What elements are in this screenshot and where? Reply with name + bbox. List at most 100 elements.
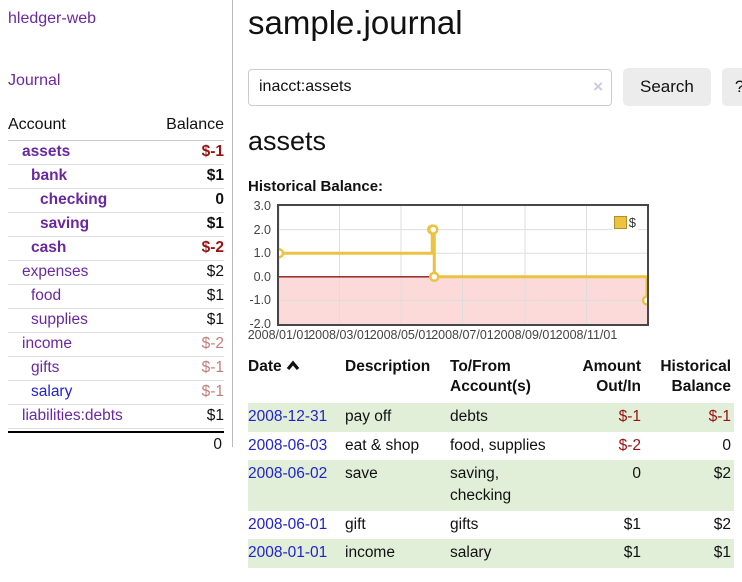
table-row: expenses $2 [8, 261, 224, 285]
accounts-table: Account Balance assets $-1 bank $1 check… [8, 114, 224, 457]
column-header-description: Description [345, 357, 450, 403]
transaction-amount: $-2 [568, 432, 644, 461]
account-balance: $-2 [202, 239, 224, 257]
table-row: cash $-2 [8, 237, 224, 261]
table-row: checking 0 [8, 189, 224, 213]
table-row: food $1 [8, 285, 224, 309]
y-tick-label: 0.0 [254, 270, 271, 284]
transaction-date-link[interactable]: 2008-06-01 [248, 516, 327, 533]
sidebar-item-journal[interactable]: Journal [8, 72, 224, 90]
table-row: 2008-12-31 pay off debts $-1 $-1 [248, 403, 734, 432]
transaction-description: gift [345, 511, 450, 540]
chart-plot-area: $ [277, 204, 649, 326]
transaction-accounts: debts [450, 403, 568, 432]
sidebar-account-saving[interactable]: saving [40, 215, 89, 233]
transaction-accounts: food, supplies [450, 432, 568, 461]
column-header-amount: Amount Out/In [568, 357, 644, 403]
transaction-balance: $2 [644, 460, 734, 510]
transaction-amount: $1 [568, 539, 644, 568]
sidebar-account-income[interactable]: income [22, 335, 72, 353]
account-balance: $-1 [202, 359, 224, 377]
account-balance: $1 [207, 407, 224, 425]
account-balance: $1 [207, 287, 224, 305]
table-row: 2008-06-02 save saving, checking 0 $2 [248, 460, 734, 510]
accounts-total: 0 [8, 431, 224, 457]
clear-search-icon[interactable]: × [593, 77, 603, 97]
y-tick-label: 1.0 [254, 246, 271, 260]
main-content: sample.journal × Search ? assets Histori… [233, 0, 742, 568]
transaction-date-link[interactable]: 2008-12-31 [248, 408, 327, 425]
legend-label: $ [629, 215, 636, 230]
sidebar: hledger-web Journal Account Balance asse… [0, 0, 233, 447]
sidebar-account-assets[interactable]: assets [22, 143, 70, 161]
chart-legend: $ [612, 214, 638, 231]
transaction-description: income [345, 539, 450, 568]
table-row: 2008-01-01 income salary $1 $1 [248, 539, 734, 568]
sidebar-account-salary[interactable]: salary [31, 383, 72, 401]
account-balance: $1 [207, 215, 224, 233]
search-form: × Search ? [248, 68, 742, 106]
sidebar-account-food[interactable]: food [31, 287, 61, 305]
table-row: assets $-1 [8, 141, 224, 165]
sidebar-account-bank[interactable]: bank [31, 167, 67, 185]
account-balance: $-1 [202, 383, 224, 401]
column-header-balance: Historical Balance [644, 357, 734, 403]
y-tick-label: 2.0 [254, 223, 271, 237]
sidebar-account-gifts[interactable]: gifts [31, 359, 59, 377]
transaction-accounts: saving, checking [450, 460, 568, 510]
transaction-balance: $1 [644, 539, 734, 568]
table-row: saving $1 [8, 213, 224, 237]
transaction-amount: $-1 [568, 403, 644, 432]
account-balance: $1 [207, 167, 224, 185]
table-row: supplies $1 [8, 309, 224, 333]
transaction-description: save [345, 460, 450, 510]
chart-svg [279, 206, 647, 324]
column-header-tofrom: To/From Account(s) [450, 357, 568, 403]
accounts-header-account: Account [8, 116, 66, 134]
transaction-date-link[interactable]: 2008-01-01 [248, 544, 327, 561]
chart-x-labels: 2008/01/012008/03/012008/05/012008/07/01… [248, 326, 742, 344]
table-row: 2008-06-01 gift gifts $1 $2 [248, 511, 734, 540]
accounts-table-header: Account Balance [8, 114, 224, 141]
app-brand-link[interactable]: hledger-web [8, 10, 224, 28]
table-row: 2008-06-03 eat & shop food, supplies $-2… [248, 432, 734, 461]
transaction-amount: 0 [568, 460, 644, 510]
y-tick-label: -1.0 [249, 293, 271, 307]
sidebar-account-supplies[interactable]: supplies [31, 311, 88, 329]
account-balance: $-2 [202, 335, 224, 353]
legend-swatch-icon [614, 216, 627, 229]
help-button[interactable]: ? [722, 68, 742, 106]
page-title: sample.journal [248, 4, 742, 42]
account-balance: $2 [207, 263, 224, 281]
search-box: × [248, 69, 612, 106]
chart-y-labels: 3.02.01.00.0-1.0-2.0 [248, 204, 277, 326]
transaction-balance: $-1 [644, 403, 734, 432]
account-balance: 0 [215, 191, 224, 209]
transaction-balance: 0 [644, 432, 734, 461]
register-table: Date Description To/From Account(s) Amou… [248, 357, 734, 568]
search-input[interactable] [248, 69, 612, 106]
transaction-date-link[interactable]: 2008-06-02 [248, 465, 327, 482]
x-tick-label: 2008/11/01 [547, 328, 627, 342]
transaction-accounts: salary [450, 539, 568, 568]
account-heading: assets [248, 126, 742, 157]
table-row: liabilities:debts $1 [8, 405, 224, 429]
transaction-date-link[interactable]: 2008-06-03 [248, 437, 327, 454]
account-balance: $-1 [202, 143, 224, 161]
sidebar-account-expenses[interactable]: expenses [22, 263, 88, 281]
table-row: income $-2 [8, 333, 224, 357]
sidebar-account-cash[interactable]: cash [31, 239, 66, 257]
balance-chart: 3.02.01.00.0-1.0-2.0 $ [248, 204, 649, 326]
column-header-date-sort[interactable]: Date [248, 357, 345, 403]
transaction-accounts: gifts [450, 511, 568, 540]
sidebar-account-checking[interactable]: checking [40, 191, 107, 209]
accounts-header-balance: Balance [166, 116, 224, 134]
chart-title: Historical Balance: [248, 178, 742, 195]
transaction-description: eat & shop [345, 432, 450, 461]
sidebar-account-liabilities-debts[interactable]: liabilities:debts [22, 407, 123, 425]
search-button[interactable]: Search [623, 68, 711, 106]
account-balance: $1 [207, 311, 224, 329]
table-row: gifts $-1 [8, 357, 224, 381]
table-row: salary $-1 [8, 381, 224, 405]
table-row: bank $1 [8, 165, 224, 189]
